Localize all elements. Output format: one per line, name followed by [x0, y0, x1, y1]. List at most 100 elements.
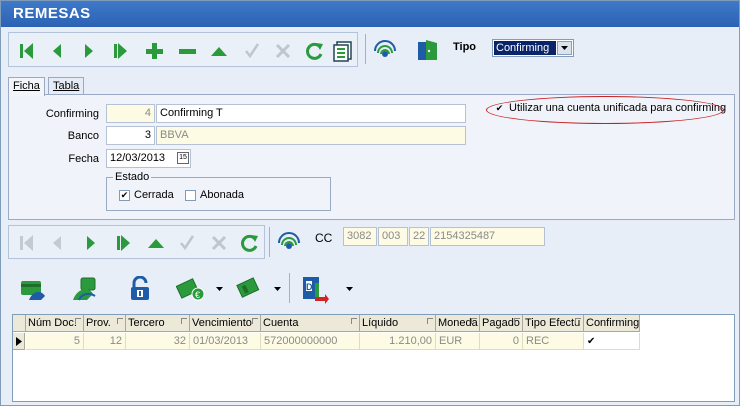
chevron-down-icon — [273, 287, 281, 291]
notes-dropdown[interactable] — [270, 279, 284, 299]
abonada-label: Abonada — [200, 189, 245, 201]
refresh-icon — [241, 234, 258, 252]
abonada-checkbox[interactable]: Abonada — [185, 189, 244, 201]
cell-cuenta[interactable]: 572000000000 — [261, 333, 360, 350]
cell-liquido[interactable]: 1.210,00 — [360, 333, 436, 350]
cancel-icon — [275, 43, 291, 59]
column-header[interactable]: Confirming — [584, 315, 640, 332]
payment-card-button[interactable] — [18, 275, 48, 303]
delete-record-button[interactable] — [175, 39, 199, 63]
fecha-value: 12/03/2013 — [110, 152, 166, 164]
export-document-button[interactable]: D — [300, 275, 330, 305]
calendar-icon[interactable]: 15 — [177, 152, 189, 164]
network-button[interactable] — [373, 38, 397, 62]
banco-label: Banco — [67, 130, 99, 142]
delete-icon — [179, 49, 196, 54]
confirming-code-field[interactable]: 4 — [106, 104, 155, 123]
edit-record-button[interactable] — [207, 39, 231, 63]
tipo-label: Tipo — [453, 41, 477, 53]
column-header[interactable]: Tipo Efectu — [523, 315, 584, 332]
cerrada-checkbox[interactable]: ✔ Cerrada — [119, 189, 174, 201]
detail-last-button[interactable] — [112, 231, 136, 255]
unlock-button[interactable] — [126, 275, 154, 303]
detail-cancel-button[interactable] — [207, 231, 231, 255]
transfer-button[interactable] — [70, 275, 100, 303]
column-header[interactable]: Líquido — [360, 315, 436, 332]
unlock-icon — [131, 276, 149, 300]
window-title: REMESAS — [1, 1, 739, 27]
first-icon — [20, 43, 33, 59]
cell-tercero[interactable]: 32 — [126, 333, 190, 350]
detail-first-button[interactable] — [15, 231, 39, 255]
row-indicator — [13, 333, 25, 350]
cell-prov[interactable]: 12 — [84, 333, 126, 350]
detail-refresh-button[interactable] — [237, 231, 261, 255]
cancel-icon — [211, 235, 227, 251]
tipo-select[interactable]: Confirming — [492, 39, 574, 57]
network-icon — [278, 232, 300, 249]
current-row-icon — [15, 336, 22, 346]
next-record-button[interactable] — [77, 39, 101, 63]
cell-vencimiento[interactable]: 01/03/2013 — [190, 333, 261, 350]
euro-notes-button[interactable]: € — [176, 275, 206, 303]
cancel-button[interactable] — [271, 39, 295, 63]
detail-next-button[interactable] — [79, 231, 103, 255]
tab-tabla[interactable]: Tabla — [48, 77, 85, 95]
cell-pagado[interactable]: 0 — [480, 333, 523, 350]
cell-confirming[interactable]: ✔ — [584, 333, 640, 350]
cell-num-doc[interactable]: 5 — [26, 333, 84, 350]
cell-tipo-efecto[interactable]: REC — [523, 333, 584, 350]
add-record-button[interactable] — [142, 39, 166, 63]
card-icon — [21, 281, 45, 300]
column-header[interactable]: Núm Doc. — [26, 315, 84, 332]
cerrada-check-icon[interactable]: ✔ — [119, 189, 130, 201]
banco-code-field[interactable]: 3 — [106, 126, 155, 145]
column-header[interactable]: Pagado — [480, 315, 523, 332]
highlight-annotation — [486, 96, 724, 124]
column-header[interactable]: Tercero — [126, 315, 190, 332]
refresh-icon — [306, 42, 323, 60]
refresh-button[interactable] — [302, 39, 326, 63]
edit-icon — [148, 239, 164, 248]
cc-label: CC — [315, 231, 333, 245]
notes-button[interactable] — [234, 275, 264, 303]
fecha-field[interactable]: 12/03/2013 15 — [106, 149, 191, 168]
first-icon — [20, 235, 33, 251]
last-record-button[interactable] — [109, 39, 133, 63]
detail-confirm-button[interactable] — [175, 231, 199, 255]
confirm-icon — [180, 235, 195, 251]
column-header[interactable]: Vencimiento — [190, 315, 261, 332]
next-icon — [85, 44, 93, 58]
cc-network-button[interactable] — [277, 230, 301, 254]
abonada-check-icon[interactable] — [185, 189, 196, 201]
svg-text:€: € — [195, 290, 200, 300]
detail-edit-button[interactable] — [144, 231, 168, 255]
next-icon — [87, 236, 95, 250]
tab-ficha[interactable]: Ficha — [8, 77, 45, 96]
prev-icon — [53, 236, 61, 250]
cc-cuenta-field: 2154325487 — [430, 227, 545, 246]
cc-dc-field: 22 — [409, 227, 429, 246]
estado-legend: Estado — [113, 171, 152, 183]
confirming-name-field[interactable]: Confirming T — [156, 104, 466, 123]
cell-moneda[interactable]: EUR — [436, 333, 480, 350]
chevron-down-icon — [215, 287, 223, 291]
add-icon — [146, 43, 163, 59]
export-document-icon: D — [303, 277, 329, 304]
chevron-down-icon[interactable] — [557, 41, 572, 55]
effects-grid[interactable]: Núm Doc. Prov. Tercero Vencimiento Cuent… — [12, 314, 735, 402]
column-header[interactable]: Cuenta — [261, 315, 360, 332]
column-header[interactable]: Moneda — [436, 315, 480, 332]
exit-button[interactable] — [415, 38, 439, 62]
euro-notes-dropdown[interactable] — [212, 279, 226, 299]
chevron-down-icon — [345, 287, 353, 291]
main-toolbar — [8, 32, 358, 67]
export-dropdown[interactable] — [342, 279, 356, 299]
prev-record-button[interactable] — [45, 39, 69, 63]
euro-notes-icon: € — [176, 278, 205, 301]
column-header[interactable]: Prov. — [84, 315, 126, 332]
confirm-button[interactable] — [240, 39, 264, 63]
list-view-button[interactable] — [331, 39, 355, 63]
first-record-button[interactable] — [15, 39, 39, 63]
detail-prev-button[interactable] — [45, 231, 69, 255]
